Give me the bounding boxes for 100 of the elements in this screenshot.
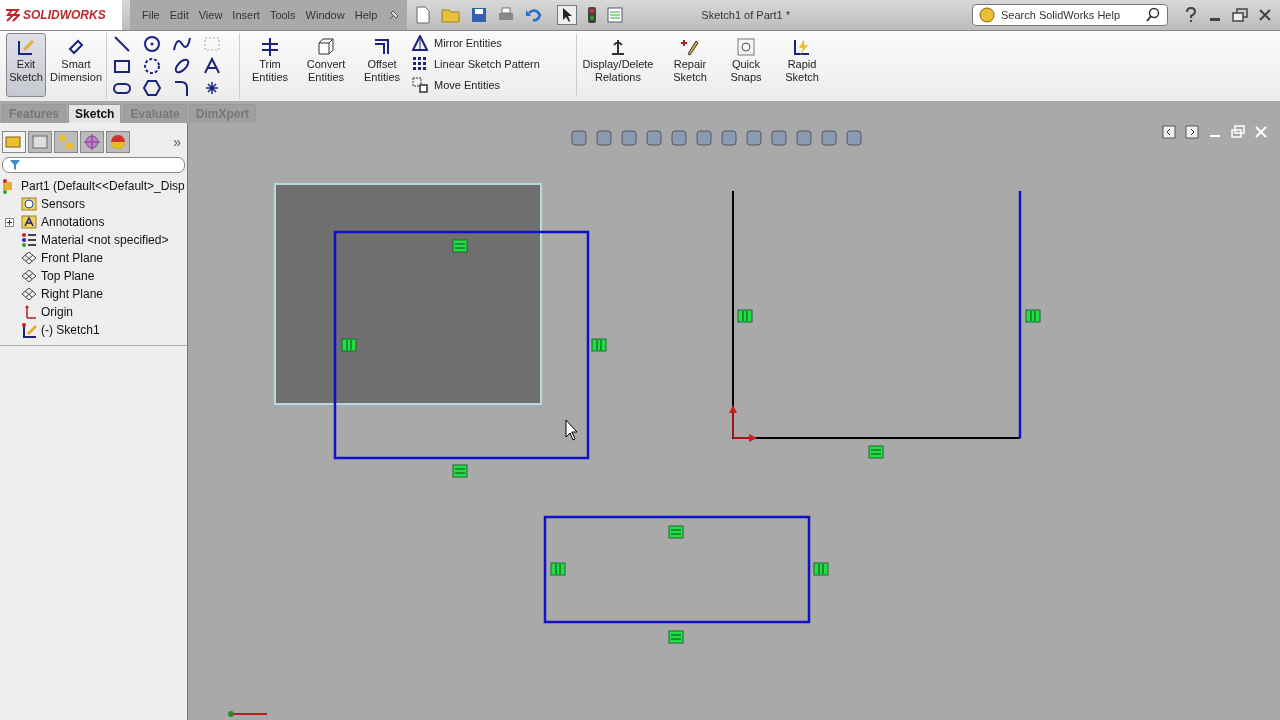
ribbon-command-button[interactable]: Trim Entities [244,33,296,97]
plane-icon [21,268,37,284]
ribbon-command-button[interactable]: Convert Entities [300,33,352,97]
view-toolbar-icon[interactable] [770,129,788,147]
ribbon-command-button[interactable]: Quick Snaps [720,33,772,97]
crosshair-tab-icon[interactable] [80,131,104,153]
triad-icon [228,711,268,717]
menu-item[interactable]: Window [305,9,345,21]
help-icon[interactable] [1184,7,1198,23]
vertical-relation-icon[interactable] [1025,309,1041,323]
sketch-line[interactable] [732,190,1021,439]
open-folder-icon[interactable] [441,7,462,23]
feature-tree-tab-icon[interactable] [2,131,26,153]
tree-item[interactable]: Front Plane [0,249,187,267]
horizontal-relation-icon[interactable] [452,464,468,478]
ribbon-command-button[interactable]: Exit Sketch [6,33,46,97]
view-toolbar-icon[interactable] [645,129,663,147]
sketch-rectangle[interactable] [543,515,811,624]
split-left-icon[interactable] [1162,125,1176,139]
view-toolbar-icon[interactable] [695,129,713,147]
menu-item[interactable]: Tools [269,9,296,21]
ribbon-command-button[interactable]: Rapid Sketch [776,33,828,97]
command-list-item[interactable]: Move Entities [412,77,572,93]
configuration-tab-icon[interactable] [54,131,78,153]
select-cursor-icon[interactable] [557,5,578,25]
horizontal-relation-icon[interactable] [452,239,468,253]
tree-item[interactable]: Origin [0,303,187,321]
split-right-icon[interactable] [1185,125,1199,139]
appearance-tab-icon[interactable] [106,131,130,153]
ribbon-tab[interactable]: Sketch [68,104,122,123]
view-toolbar-icon[interactable] [820,129,838,147]
search-input[interactable]: Search SolidWorks Help [999,8,1141,22]
command-list-item[interactable]: Linear Sketch Pattern [412,56,572,72]
annotation-folder-icon [21,214,37,230]
expand-icon[interactable] [5,217,14,227]
traffic-light-icon[interactable] [587,6,598,24]
close-icon[interactable] [1258,8,1272,22]
line-tool-icon[interactable] [113,35,131,53]
view-toolbar-icon[interactable] [670,129,688,147]
print-icon[interactable] [497,7,516,23]
vertical-relation-icon[interactable] [813,562,829,576]
ribbon-command-button[interactable]: Offset Entities [356,33,408,97]
search-icon[interactable] [1145,7,1161,23]
polygon-tool-icon[interactable] [143,79,161,97]
tree-item[interactable]: Right Plane [0,285,187,303]
sketch-icon [21,322,37,338]
new-document-icon[interactable] [415,6,432,24]
view-toolbar-icon[interactable] [720,129,738,147]
command-label: Linear Sketch Pattern [434,58,540,70]
restore-icon[interactable] [1232,8,1248,22]
tree-item[interactable]: Annotations [0,213,187,231]
undo-icon[interactable] [525,7,544,23]
tree-label: Annotations [41,215,105,229]
view-toolbar-icon[interactable] [620,129,638,147]
tree-item[interactable]: Sensors [0,195,187,213]
pattern-grid-icon [412,56,428,72]
view-toolbar-icon[interactable] [595,129,613,147]
tree-item[interactable]: Part1 (Default<<Default>_Disp [0,177,187,195]
point-tool-icon[interactable] [203,79,221,97]
view-toolbar-icon[interactable] [570,129,588,147]
arc-tool-icon[interactable] [143,57,161,75]
vertical-relation-icon[interactable] [591,338,607,352]
command-list-item[interactable]: Mirror Entities [412,35,572,51]
options-list-icon[interactable] [607,7,624,23]
save-icon[interactable] [471,7,488,23]
filter-field[interactable] [2,157,185,173]
sketch-rectangle[interactable] [333,230,590,460]
horizontal-relation-icon[interactable] [668,630,684,644]
plane-icon [21,286,37,302]
sketch-pencil-icon [16,37,36,57]
horizontal-relation-icon[interactable] [668,525,684,539]
view-toolbar-icon[interactable] [745,129,763,147]
text-tool-icon[interactable] [203,57,221,75]
circle-tool-icon[interactable] [143,35,161,53]
ribbon-command-button[interactable]: Display/Delete Relations [576,33,660,97]
menu-item[interactable]: View [198,9,223,21]
tree-label: Origin [41,305,73,319]
expand-chevron[interactable]: » [173,134,181,150]
vertical-relation-icon[interactable] [341,338,357,352]
rectangle-tool-icon[interactable] [113,57,131,75]
vertical-relation-icon[interactable] [550,562,566,576]
sketch-line[interactable] [1018,191,1022,438]
horizontal-relation-icon[interactable] [868,445,884,459]
view-toolbar-icon[interactable] [845,129,863,147]
menu-item[interactable]: Help [354,9,378,21]
tree-item[interactable]: Material <not specified> [0,231,187,249]
search-field[interactable]: Search SolidWorks Help [972,4,1168,26]
property-tab-icon[interactable] [28,131,52,153]
tree-item[interactable]: Top Plane [0,267,187,285]
spline-tool-icon[interactable] [173,35,191,53]
ellipse-tool-icon[interactable] [173,57,191,75]
menu-item[interactable]: File [142,9,160,21]
view-toolbar-icon[interactable] [795,129,813,147]
ribbon-command-button[interactable]: Repair Sketch [664,33,716,97]
menu-item[interactable]: Edit [169,9,189,21]
tree-item[interactable]: (-) Sketch1 [0,321,187,339]
menu-item[interactable]: Insert [232,9,260,21]
ribbon-command-button[interactable]: Smart Dimension [50,33,102,97]
fillet-tool-icon[interactable] [173,79,191,97]
vertical-relation-icon[interactable] [737,309,753,323]
